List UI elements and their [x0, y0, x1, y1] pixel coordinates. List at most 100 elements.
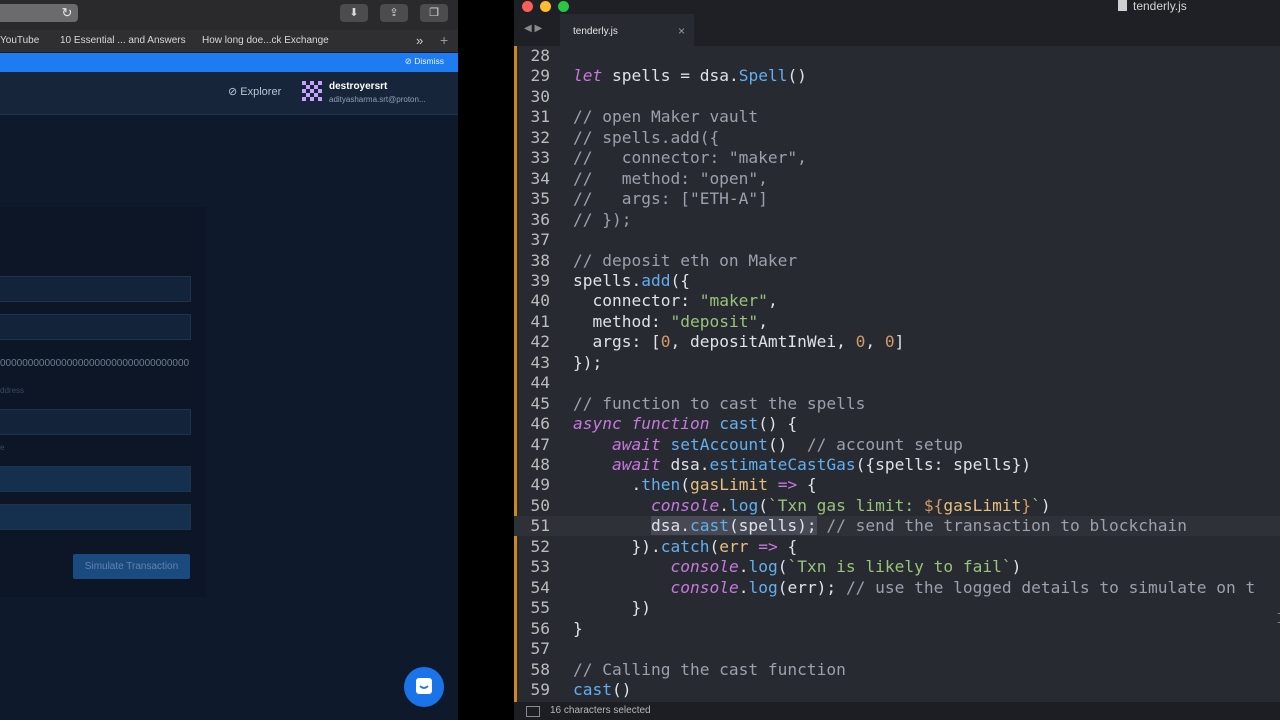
app-header: ⊘ Explorer destroyersrt adityasharma.srt…: [0, 72, 458, 115]
line-number: 57: [530, 639, 551, 659]
code-line[interactable]: 54 console.log(err); // use the logged d…: [514, 578, 1280, 598]
code-line[interactable]: 50 console.log(`Txn gas limit: ${gasLimi…: [514, 496, 1280, 516]
code-line[interactable]: 32 // spells.add({: [514, 128, 1280, 148]
code-line[interactable]: 30: [514, 87, 1280, 107]
compass-icon: ⊘: [228, 86, 241, 98]
chat-icon: [416, 678, 432, 694]
code-area[interactable]: 28 29 let spells = dsa.Spell() 30 31 // open …: [514, 46, 1280, 702]
form-field-5[interactable]: [0, 504, 191, 530]
code-line[interactable]: 36 // });: [514, 210, 1280, 230]
tab-label: tenderly.js: [573, 26, 618, 37]
form-field-3[interactable]: [0, 409, 191, 435]
code-line[interactable]: 33 // connector: "maker",: [514, 148, 1280, 168]
form-field-1[interactable]: [0, 276, 191, 302]
simulate-transaction-button[interactable]: Simulate Transaction: [73, 554, 190, 579]
line-number: 28: [530, 46, 551, 65]
code-text: console.log(`Txn is likely to fail`): [670, 557, 1022, 577]
code-text: spells.add({: [573, 270, 690, 290]
code-line[interactable]: 46 async function cast() {: [514, 414, 1280, 434]
code-text: }).catch(err => {: [573, 536, 798, 556]
explorer-link[interactable]: ⊘ Explorer: [228, 85, 281, 98]
chat-button[interactable]: [404, 667, 444, 707]
window-title: tenderly.js: [1133, 0, 1187, 13]
form-field-4[interactable]: [0, 466, 191, 492]
line-number: 32: [530, 127, 551, 147]
line-number: 30: [530, 86, 551, 106]
line-number: 41: [530, 311, 551, 331]
line-number: 44: [530, 373, 551, 393]
code-line[interactable]: 47 await setAccount() // account setup: [514, 435, 1280, 455]
form-field-2[interactable]: [0, 314, 191, 340]
code-line[interactable]: 35 // args: ["ETH-A"]: [514, 189, 1280, 209]
file-icon: [1118, 0, 1127, 11]
line-number: 47: [530, 434, 551, 454]
code-line[interactable]: 55 }): [514, 598, 1280, 618]
code-line[interactable]: 39 spells.add({: [514, 271, 1280, 291]
tab-tenderly-js[interactable]: tenderly.js ×: [560, 14, 694, 46]
code-line[interactable]: 29 let spells = dsa.Spell(): [514, 66, 1280, 86]
bookmark-essential[interactable]: 10 Essential ... and Answers: [60, 35, 186, 46]
close-icon[interactable]: ×: [678, 24, 685, 38]
line-number: 40: [530, 291, 551, 311]
code-text: args: [0, depositAmtInWei, 0, 0]: [573, 332, 905, 352]
line-number: 46: [530, 414, 551, 434]
code-line[interactable]: 48 await dsa.estimateCastGas({spells: sp…: [514, 455, 1280, 475]
code-text: await dsa.estimateCastGas({spells: spell…: [611, 455, 1032, 474]
share-icon[interactable]: ⇪: [380, 4, 408, 22]
code-line[interactable]: 49 .then(gasLimit => {: [514, 475, 1280, 495]
dismiss-button[interactable]: ⊘ Dismiss: [405, 56, 444, 67]
status-bar: 16 characters selected: [514, 702, 1280, 720]
avatar[interactable]: [300, 79, 324, 103]
code-line[interactable]: 52 }).catch(err => {: [514, 537, 1280, 557]
code-line[interactable]: 59 cast(): [514, 680, 1280, 700]
reload-icon[interactable]: ↻: [60, 4, 74, 22]
code-line[interactable]: 42 args: [0, depositAmtInWei, 0, 0]: [514, 332, 1280, 352]
code-line[interactable]: 28: [514, 46, 1280, 66]
code-line[interactable]: 58 // Calling the cast function: [514, 660, 1280, 680]
maximize-window-icon[interactable]: [558, 1, 569, 12]
code-line[interactable]: 53 console.log(`Txn is likely to fail`): [514, 557, 1280, 577]
code-text: // deposit eth on Maker: [573, 250, 798, 270]
line-number: 39: [530, 270, 551, 290]
field-label-address: ddress: [0, 386, 25, 395]
more-bookmarks-icon[interactable]: »: [416, 33, 423, 48]
code-line[interactable]: 41 method: "deposit",: [514, 312, 1280, 332]
line-number: 56: [530, 618, 551, 638]
code-text: let spells = dsa.Spell(): [573, 66, 807, 86]
line-number: 52: [530, 536, 551, 556]
code-line[interactable]: 37: [514, 230, 1280, 250]
download-icon[interactable]: ⬇: [340, 4, 368, 22]
line-number: 58: [530, 659, 551, 679]
code-text: // args: ["ETH-A"]: [573, 189, 768, 209]
tabs-overview-icon[interactable]: ❐: [420, 4, 448, 22]
line-number: 38: [530, 250, 551, 270]
code-line[interactable]: 31 // open Maker vault: [514, 107, 1280, 127]
bookmark-stack-exchange[interactable]: How long doe...ck Exchange: [202, 35, 329, 46]
line-number: 59: [530, 679, 551, 699]
code-line[interactable]: 56}: [514, 619, 1280, 639]
bookmark-youtube[interactable]: YouTube: [0, 35, 39, 46]
panel-toggle-icon[interactable]: [526, 706, 540, 717]
code-text: .then(gasLimit => {: [573, 475, 817, 495]
tab-nav-arrows-icon[interactable]: ◀ ▶: [524, 23, 542, 34]
code-text: });: [573, 352, 603, 372]
code-line[interactable]: 38 // deposit eth on Maker: [514, 251, 1280, 271]
code-line[interactable]: 44: [514, 373, 1280, 393]
close-window-icon[interactable]: [522, 1, 533, 12]
notification-banner: ⊘ Dismiss: [0, 53, 458, 72]
address-value: 0000000000000000000000000000000000: [0, 358, 190, 369]
minimize-window-icon[interactable]: [540, 1, 551, 12]
simulation-form-panel: [0, 207, 206, 597]
code-line[interactable]: 45 // function to cast the spells: [514, 394, 1280, 414]
code-line[interactable]: 51 dsa.cast(spells); // send the transac…: [514, 516, 1280, 537]
new-tab-icon[interactable]: +: [440, 32, 448, 48]
line-number: 45: [530, 393, 551, 413]
line-number: 43: [530, 352, 551, 372]
line-number: 33: [530, 148, 551, 168]
field-label-other: e: [0, 443, 5, 452]
code-line[interactable]: 57: [514, 639, 1280, 659]
code-line[interactable]: 40 connector: "maker",: [514, 291, 1280, 311]
code-text: // });: [573, 209, 632, 229]
code-line[interactable]: 34 // method: "open",: [514, 169, 1280, 189]
code-line[interactable]: 43});: [514, 353, 1280, 373]
